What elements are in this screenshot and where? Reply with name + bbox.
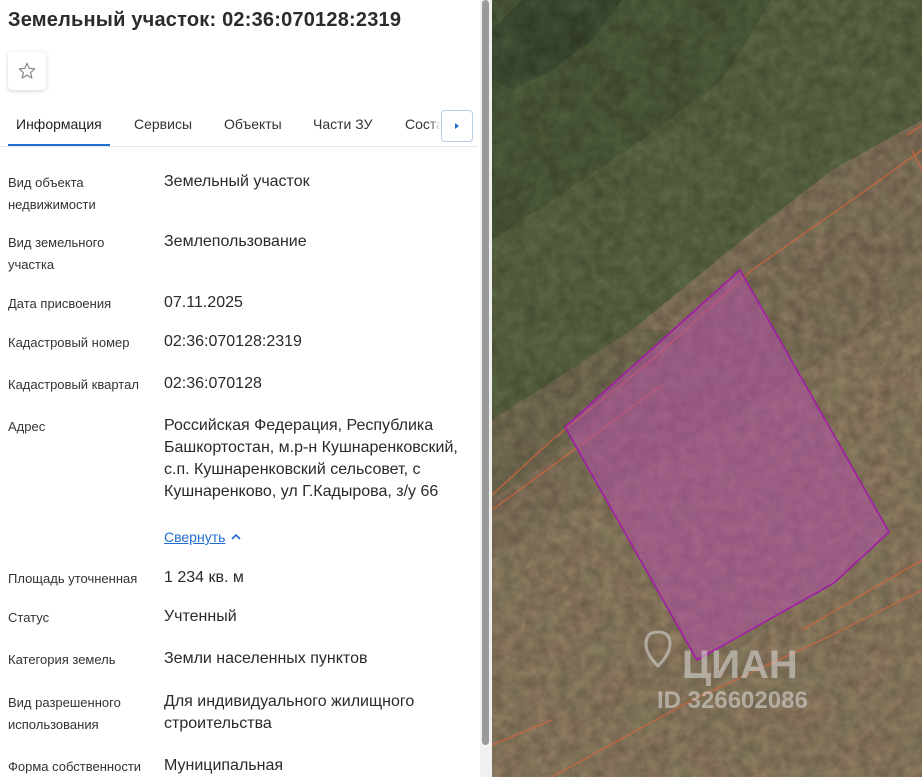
field-label-assign-date: Дата присвоения	[8, 296, 112, 311]
panel-scrollbar[interactable]	[480, 0, 492, 777]
active-tab-indicator	[8, 144, 110, 146]
satellite-map[interactable]: ЦИАН ID 326602086	[492, 0, 922, 777]
field-value-cadastral-quarter: 02:36:070128	[164, 375, 262, 392]
tab-information[interactable]: Информация	[16, 116, 102, 132]
chevron-right-icon	[455, 123, 459, 129]
field-label-cadastral-quarter: Кадастровый квартал	[8, 377, 139, 392]
field-label-address: Адрес	[8, 419, 46, 434]
field-label-ownership: Форма собственности	[8, 759, 142, 774]
field-value-cadastral-number: 02:36:070128:2319	[164, 333, 302, 350]
field-label-area: Площадь уточненная	[8, 571, 138, 586]
field-value-ownership: Муниципальная	[164, 757, 284, 774]
field-value-permitted-use: Для индивидуального жилищного строительс…	[164, 693, 415, 732]
field-label-cadastral-number: Кадастровый номер	[8, 335, 130, 350]
chevron-up-icon	[231, 533, 241, 540]
field-label-object-type: Вид объекта недвижимости	[8, 175, 96, 212]
info-panel: Земельный участок: 02:36:070128:2319 Инф…	[0, 0, 480, 777]
field-label-parcel-type: Вид земельного участка	[8, 235, 105, 272]
tab-services[interactable]: Сервисы	[134, 116, 192, 132]
favorite-button[interactable]	[8, 52, 46, 90]
watermark-id: ID 326602086	[657, 687, 808, 714]
field-value-area: 1 234 кв. м	[164, 569, 244, 586]
field-value-address: Российская Федерация, Республика Башкорт…	[164, 417, 458, 500]
field-label-status: Статус	[8, 610, 50, 625]
tabs: Информация Сервисы Объекты Части ЗУ Сост…	[0, 104, 478, 147]
field-value-land-category: Земли населенных пунктов	[164, 650, 368, 667]
tabs-next-button[interactable]	[441, 110, 473, 142]
tab-composition[interactable]: Соста	[405, 116, 444, 132]
field-label-land-category: Категория земель	[8, 652, 116, 667]
watermark-brand: ЦИАН	[682, 643, 798, 687]
tab-parts[interactable]: Части ЗУ	[313, 116, 372, 132]
scrollbar-thumb[interactable]	[482, 0, 489, 745]
tab-objects[interactable]: Объекты	[224, 116, 282, 132]
page-title: Земельный участок: 02:36:070128:2319	[8, 9, 402, 31]
collapse-label: Свернуть	[164, 529, 226, 545]
field-value-object-type: Земельный участок	[164, 173, 310, 190]
field-value-status: Учтенный	[164, 608, 237, 625]
field-value-assign-date: 07.11.2025	[164, 294, 243, 311]
collapse-link[interactable]: Свернуть	[164, 529, 241, 545]
field-label-permitted-use: Вид разрешенного использования	[8, 695, 121, 732]
star-icon	[18, 62, 36, 79]
field-value-parcel-type: Землепользование	[164, 233, 307, 250]
map-canvas: ЦИАН ID 326602086	[492, 0, 922, 777]
